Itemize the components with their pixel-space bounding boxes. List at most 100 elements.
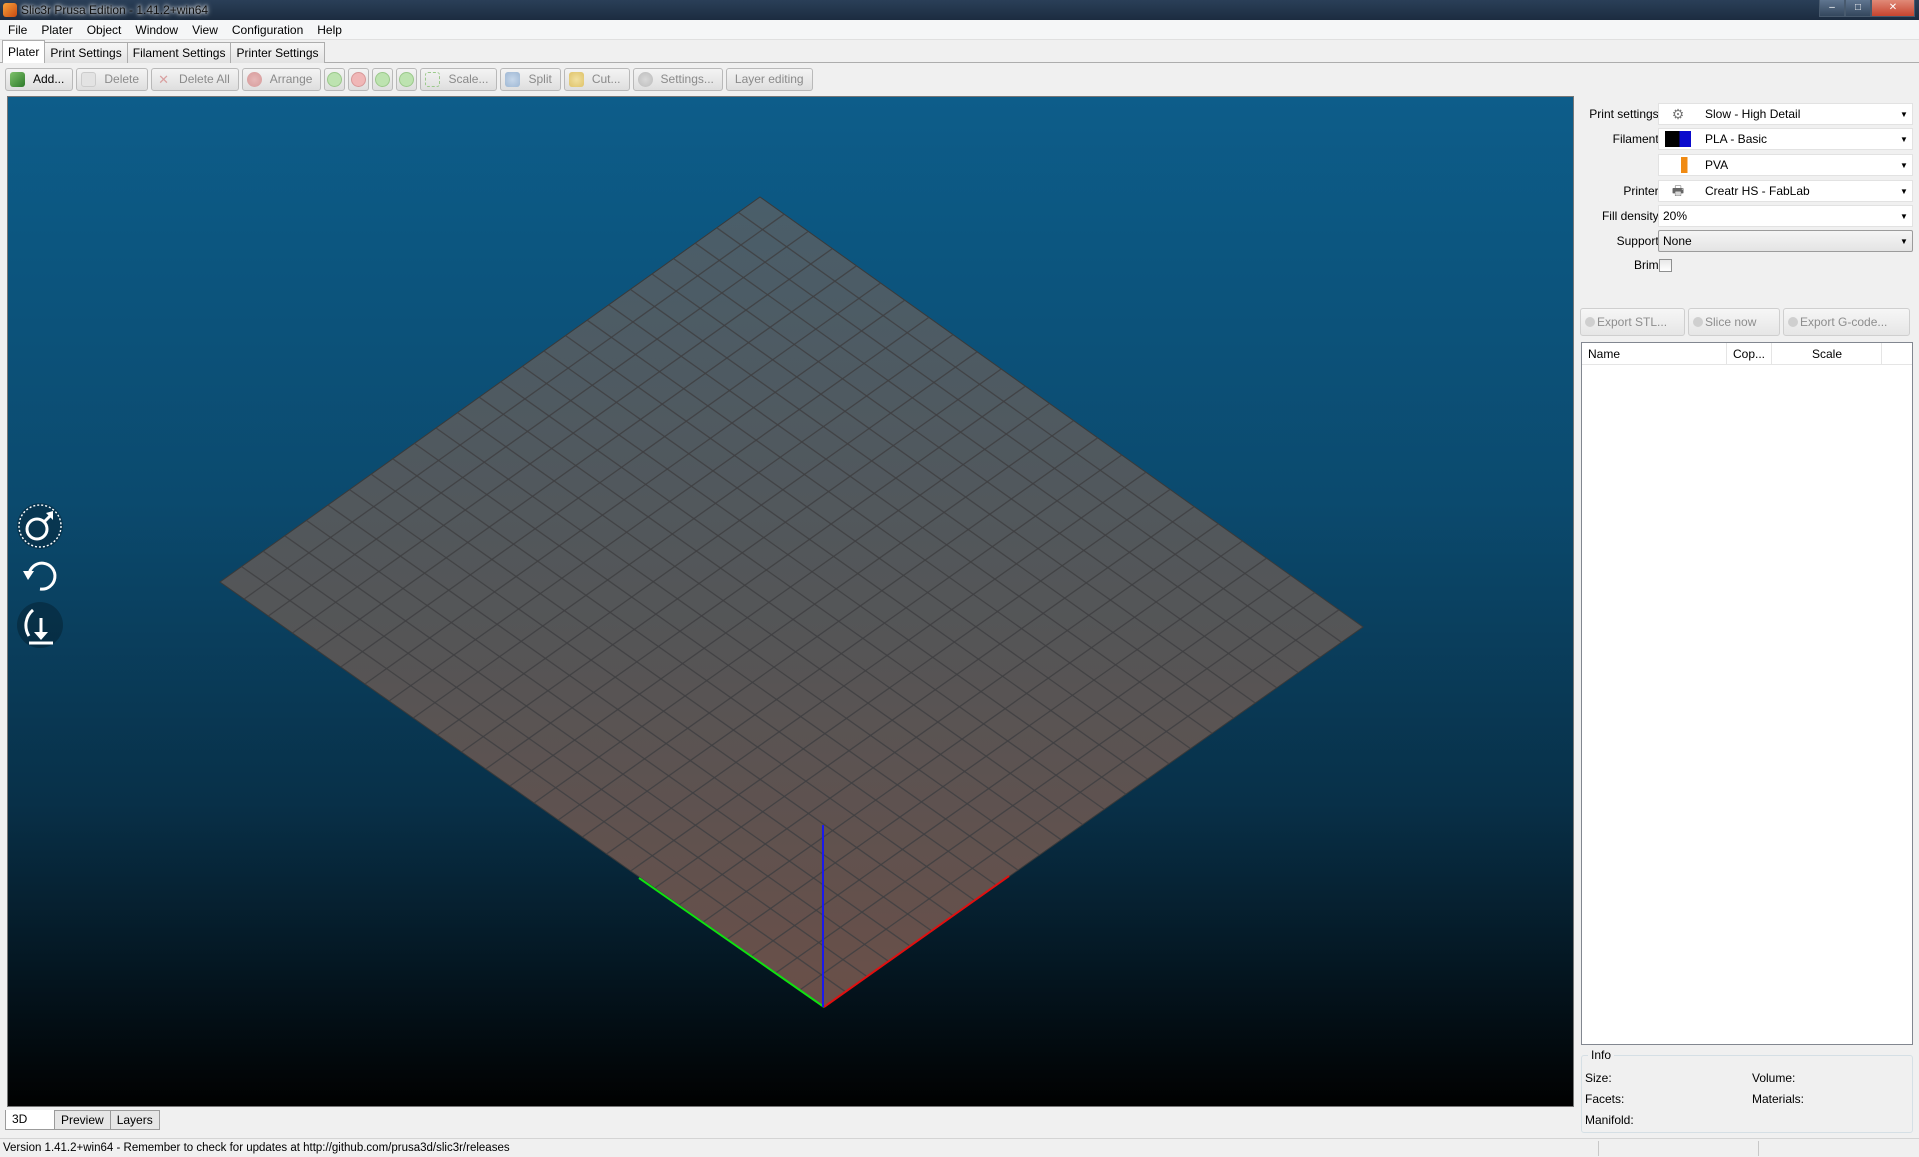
filament2-row: PVA ▼: [1578, 154, 1913, 176]
tab-plater[interactable]: Plater: [2, 40, 46, 63]
info-facets-label: Facets:: [1585, 1092, 1625, 1106]
info-manifold-label: Manifold:: [1585, 1113, 1634, 1127]
export-buttons: Export STL... Slice now Export G-code...: [1580, 308, 1913, 336]
printer-icon: 🖶: [1671, 183, 1685, 198]
cog-icon: ⚙: [1671, 106, 1685, 122]
printer-value: Creatr HS - FabLab: [1705, 184, 1810, 198]
scale-button-label: Scale...: [448, 72, 489, 86]
split-button[interactable]: Split: [500, 67, 561, 91]
filament2-combo[interactable]: PVA ▼: [1658, 154, 1913, 176]
rotate-left-button[interactable]: [372, 67, 394, 91]
tab-print-settings[interactable]: Print Settings: [44, 42, 128, 63]
add-icon: [10, 71, 25, 87]
chevron-down-icon: ▼: [1900, 134, 1908, 144]
menu-window[interactable]: Window: [127, 20, 184, 40]
export-gcode-button[interactable]: Export G-code...: [1783, 308, 1910, 336]
chevron-down-icon: ▼: [1900, 186, 1908, 196]
export-gcode-label: Export G-code...: [1800, 315, 1888, 329]
chevron-down-icon: ▼: [1900, 160, 1908, 170]
right-panel: Print settings: ⚙ Slow - High Detail ▼ F…: [1578, 96, 1919, 1136]
export-stl-button[interactable]: Export STL...: [1580, 308, 1685, 336]
slice-now-label: Slice now: [1705, 315, 1757, 329]
status-separator: [1758, 1141, 1759, 1156]
remove-instance-button[interactable]: [348, 67, 370, 91]
window-title: Slic3r Prusa Edition - 1.41.2+win64: [21, 3, 209, 17]
delete-all-icon: ✕: [158, 71, 169, 87]
filament-combo[interactable]: PLA - Basic ▼: [1658, 128, 1913, 150]
split-icon: [505, 71, 521, 87]
print-bed-canvas[interactable]: [8, 97, 1574, 1107]
add-button-label: Add...: [33, 72, 65, 86]
menu-object[interactable]: Object: [79, 20, 128, 40]
delete-button-label: Delete: [104, 72, 140, 86]
scale-button[interactable]: Scale...: [420, 67, 498, 91]
cog-icon: [637, 71, 653, 87]
tab-3d[interactable]: 3D: [5, 1110, 55, 1130]
column-scale[interactable]: Scale: [1772, 343, 1882, 364]
add-instance-button[interactable]: [324, 67, 346, 91]
print-settings-row: Print settings: ⚙ Slow - High Detail ▼: [1578, 103, 1913, 125]
print-settings-combo[interactable]: ⚙ Slow - High Detail ▼: [1658, 103, 1913, 125]
brim-row: Brim:: [1578, 254, 1913, 276]
split-button-label: Split: [528, 72, 552, 86]
arrange-button-label: Arrange: [269, 72, 313, 86]
slice-now-icon: [1693, 317, 1703, 327]
printer-combo[interactable]: 🖶 Creatr HS - FabLab ▼: [1658, 180, 1913, 202]
minus-icon: [351, 71, 367, 87]
export-stl-icon: [1585, 317, 1595, 327]
cut-button-label: Cut...: [591, 72, 621, 86]
rotate-right-button[interactable]: [396, 67, 418, 91]
filament2-color-swatch: [1665, 157, 1691, 173]
maximize-button[interactable]: □: [1845, 0, 1871, 17]
zoom-view-icon[interactable]: [17, 602, 63, 648]
column-copies[interactable]: Cop...: [1727, 343, 1772, 364]
info-materials-label: Materials:: [1752, 1092, 1805, 1106]
filament-row: Filament: PLA - Basic ▼: [1578, 128, 1913, 150]
object-list[interactable]: Name Cop... Scale: [1581, 342, 1913, 1045]
object-list-header: Name Cop... Scale: [1582, 343, 1912, 365]
plus-icon: [327, 71, 343, 87]
export-stl-label: Export STL...: [1597, 315, 1668, 329]
menu-view[interactable]: View: [184, 20, 224, 40]
filament-label: Filament:: [1612, 132, 1662, 146]
rotate-view-icon[interactable]: [17, 553, 63, 599]
tab-filament-settings[interactable]: Filament Settings: [126, 42, 232, 63]
status-text: Version 1.41.2+win64 - Remember to check…: [3, 1142, 510, 1154]
menu-configuration[interactable]: Configuration: [224, 20, 309, 40]
delete-button[interactable]: Delete: [76, 67, 149, 91]
layer-editing-button-label: Layer editing: [734, 72, 804, 86]
fill-density-combo[interactable]: 20% ▼: [1658, 205, 1913, 227]
tab-layers[interactable]: Layers: [109, 1110, 160, 1130]
arrange-button[interactable]: Arrange: [241, 67, 322, 91]
layer-editing-button[interactable]: Layer editing: [725, 67, 813, 91]
menu-help[interactable]: Help: [309, 20, 348, 40]
fill-density-row: Fill density: 20% ▼: [1578, 205, 1913, 227]
scale-icon: [425, 71, 441, 87]
status-bar: Version 1.41.2+win64 - Remember to check…: [0, 1138, 1919, 1157]
delete-all-button-label: Delete All: [179, 72, 230, 86]
tab-printer-settings[interactable]: Printer Settings: [230, 42, 325, 63]
orbit-icon[interactable]: [17, 503, 63, 549]
column-name[interactable]: Name: [1582, 343, 1727, 364]
chevron-down-icon: ▼: [1900, 236, 1908, 246]
minimize-button[interactable]: –: [1819, 0, 1845, 17]
3d-viewport[interactable]: [7, 96, 1574, 1107]
brim-label: Brim:: [1634, 258, 1662, 272]
settings-button[interactable]: Settings...: [632, 67, 723, 91]
cut-icon: [568, 71, 584, 87]
slice-now-button[interactable]: Slice now: [1688, 308, 1780, 336]
tab-preview[interactable]: Preview: [54, 1110, 111, 1130]
add-button[interactable]: Add...: [5, 67, 74, 91]
menu-file[interactable]: File: [0, 20, 33, 40]
close-button[interactable]: ✕: [1871, 0, 1915, 17]
info-size-label: Size:: [1585, 1071, 1612, 1085]
brim-checkbox[interactable]: [1659, 259, 1672, 272]
support-row: Support: None ▼: [1578, 230, 1913, 252]
cut-button[interactable]: Cut...: [563, 67, 630, 91]
delete-all-button[interactable]: ✕ Delete All: [151, 67, 239, 91]
menu-plater[interactable]: Plater: [33, 20, 78, 40]
chevron-down-icon: ▼: [1900, 109, 1908, 119]
support-select[interactable]: None ▼: [1658, 230, 1913, 252]
export-gcode-icon: [1788, 317, 1798, 327]
filament-color-swatch: [1665, 131, 1691, 147]
